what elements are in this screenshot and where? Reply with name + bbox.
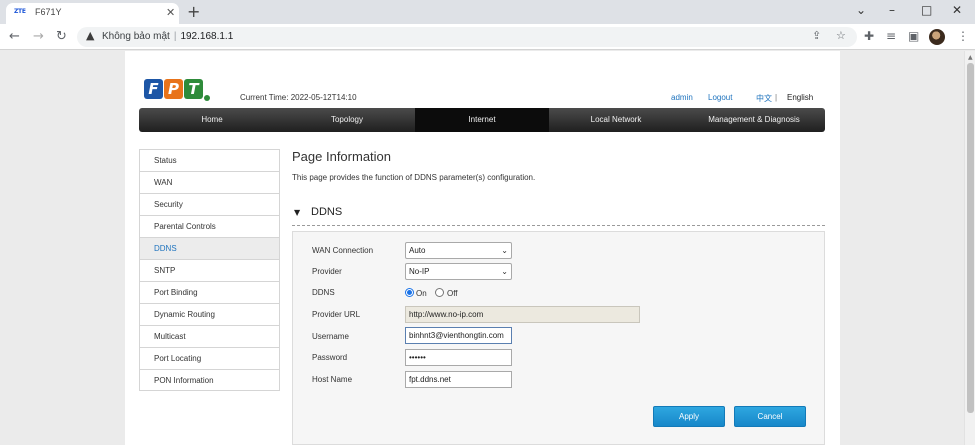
- tab-search-icon[interactable]: ⌄: [856, 3, 866, 17]
- logo-letter-t: T: [184, 79, 203, 99]
- nav-local-network[interactable]: Local Network: [549, 108, 683, 132]
- menu-item-port-locating[interactable]: Port Locating: [139, 347, 280, 369]
- lang-separator: |: [775, 93, 778, 102]
- main-nav: Home Topology Internet Local Network Man…: [139, 108, 825, 132]
- left-menu: Status WAN Security Parental Controls DD…: [139, 149, 280, 391]
- menu-item-status[interactable]: Status: [139, 149, 280, 171]
- wan-connection-label: WAN Connection: [312, 246, 374, 255]
- forward-button[interactable]: →: [33, 29, 44, 44]
- host-name-input[interactable]: fpt.ddns.net: [405, 371, 512, 388]
- nav-topology[interactable]: Topology: [279, 108, 415, 132]
- provider-value: No-IP: [409, 267, 430, 276]
- ddns-label: DDNS: [312, 288, 335, 297]
- menu-item-pon-information[interactable]: PON Information: [139, 369, 280, 391]
- ddns-form: WAN Connection Auto ⌄ Provider No-IP ⌄ D…: [292, 231, 825, 445]
- current-time-label: Current Time:: [240, 93, 289, 102]
- menu-icon[interactable]: ⋮: [957, 29, 969, 43]
- collapse-triangle-icon[interactable]: ▼: [294, 208, 300, 217]
- new-tab-button[interactable]: +: [187, 2, 200, 21]
- admin-user-link[interactable]: admin: [671, 93, 693, 102]
- username-input[interactable]: binhnt3@vienthongtin.com: [405, 327, 512, 344]
- nav-internet[interactable]: Internet: [415, 108, 549, 132]
- back-button[interactable]: ←: [9, 29, 20, 44]
- logo-dot: [204, 95, 210, 101]
- apply-button[interactable]: Apply: [653, 406, 725, 427]
- menu-item-ddns[interactable]: DDNS: [139, 237, 280, 259]
- sidepanel-icon[interactable]: ▣: [908, 29, 919, 43]
- browser-tabstrip: ZTE F671Y ✕ + ⌄ – □ ✕: [0, 0, 975, 24]
- nav-management-diagnosis[interactable]: Management & Diagnosis: [683, 108, 825, 132]
- fpt-logo: F P T: [144, 79, 214, 103]
- zte-favicon-icon: ZTE: [14, 8, 26, 15]
- page-viewport: F P T Current Time: 2022-05-12T14:10 adm…: [0, 51, 964, 445]
- current-time-value: 2022-05-12T14:10: [290, 93, 357, 102]
- wan-connection-value: Auto: [409, 246, 426, 255]
- lang-english-link[interactable]: English: [787, 93, 813, 102]
- reload-button[interactable]: ↻: [56, 29, 67, 44]
- extensions-icon[interactable]: ✚: [864, 29, 874, 43]
- menu-item-dynamic-routing[interactable]: Dynamic Routing: [139, 303, 280, 325]
- ddns-off-radio[interactable]: [435, 288, 444, 297]
- tab-title: F671Y: [35, 7, 62, 17]
- provider-url-field[interactable]: http://www.no-ip.com: [405, 306, 640, 323]
- address-bar[interactable]: ▲ Không bảo mật | 192.168.1.1 ⇪ ☆: [77, 27, 857, 47]
- cancel-button[interactable]: Cancel: [734, 406, 806, 427]
- wan-connection-select[interactable]: Auto ⌄: [405, 242, 512, 259]
- password-label: Password: [312, 353, 348, 362]
- logout-link[interactable]: Logout: [708, 93, 732, 102]
- ddns-on-label[interactable]: On: [416, 289, 427, 298]
- media-icon[interactable]: ≡: [886, 29, 896, 43]
- provider-select[interactable]: No-IP ⌄: [405, 263, 512, 280]
- host-name-label: Host Name: [312, 375, 353, 384]
- address-separator: |: [173, 31, 177, 42]
- url-text: 192.168.1.1: [180, 31, 234, 42]
- username-label: Username: [312, 332, 349, 341]
- share-icon[interactable]: ⇪: [812, 29, 821, 42]
- lang-chinese-link[interactable]: 中文: [756, 93, 772, 104]
- tab-close-icon[interactable]: ✕: [166, 6, 175, 19]
- chevron-down-icon: ⌄: [501, 246, 508, 255]
- ddns-on-radio[interactable]: [405, 288, 414, 297]
- minimize-button[interactable]: –: [889, 3, 895, 17]
- logo-letter-f: F: [144, 79, 163, 99]
- chevron-down-icon: ⌄: [501, 267, 508, 276]
- avatar[interactable]: [929, 29, 945, 45]
- scroll-thumb[interactable]: [967, 63, 974, 413]
- provider-label: Provider: [312, 267, 342, 276]
- security-label: Không bảo mật: [102, 31, 170, 42]
- router-page: F P T Current Time: 2022-05-12T14:10 adm…: [125, 51, 840, 445]
- logo-letter-p: P: [164, 79, 183, 99]
- current-time: Current Time: 2022-05-12T14:10: [240, 93, 357, 102]
- browser-toolbar: ← → ↻ ▲ Không bảo mật | 192.168.1.1 ⇪ ☆ ✚ …: [0, 24, 975, 50]
- provider-url-label: Provider URL: [312, 310, 361, 319]
- ddns-off-label[interactable]: Off: [447, 289, 458, 298]
- menu-item-wan[interactable]: WAN: [139, 171, 280, 193]
- nav-home[interactable]: Home: [139, 108, 285, 132]
- browser-tab[interactable]: ZTE F671Y ✕: [6, 3, 179, 24]
- menu-item-sntp[interactable]: SNTP: [139, 259, 280, 281]
- menu-item-security[interactable]: Security: [139, 193, 280, 215]
- warning-icon[interactable]: ▲: [86, 29, 94, 42]
- star-icon[interactable]: ☆: [836, 29, 846, 42]
- ddns-section-header[interactable]: ▼ DDNS: [292, 204, 825, 226]
- close-window-button[interactable]: ✕: [952, 3, 962, 17]
- menu-item-multicast[interactable]: Multicast: [139, 325, 280, 347]
- address-text[interactable]: Không bảo mật | 192.168.1.1: [102, 31, 233, 42]
- scroll-up-arrow-icon[interactable]: ▲: [968, 54, 973, 61]
- section-title: DDNS: [311, 206, 343, 218]
- menu-item-port-binding[interactable]: Port Binding: [139, 281, 280, 303]
- maximize-button[interactable]: □: [921, 3, 932, 17]
- page-scrollbar[interactable]: ▲: [964, 51, 975, 445]
- password-input[interactable]: ••••••: [405, 349, 512, 366]
- page-title: Page Information: [292, 149, 392, 164]
- menu-item-parental-controls[interactable]: Parental Controls: [139, 215, 280, 237]
- page-description: This page provides the function of DDNS …: [292, 173, 536, 182]
